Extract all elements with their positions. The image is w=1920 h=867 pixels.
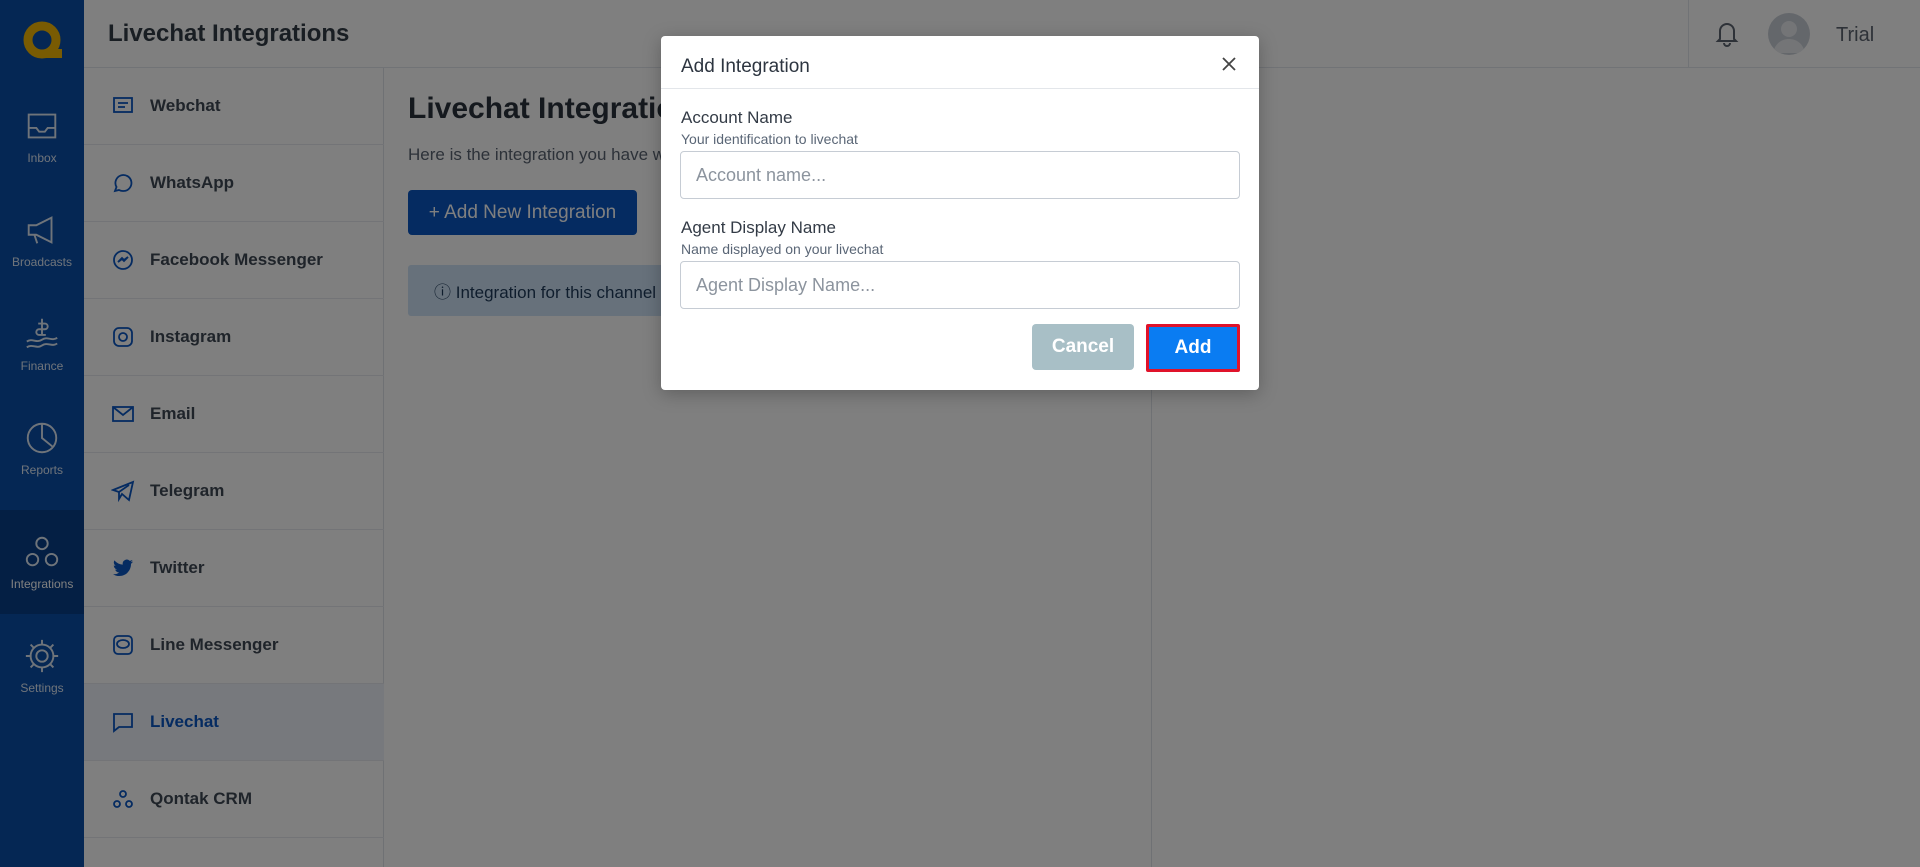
agent-display-name-help: Name displayed on your livechat	[681, 241, 884, 257]
cancel-button[interactable]: Cancel	[1032, 324, 1134, 370]
account-name-input[interactable]	[680, 151, 1240, 199]
account-name-label: Account Name	[681, 108, 793, 127]
modal-header: Add Integration	[661, 36, 1259, 89]
close-icon[interactable]	[1219, 54, 1239, 74]
agent-display-name-input[interactable]	[680, 261, 1240, 309]
add-button[interactable]: Add	[1146, 324, 1240, 372]
add-integration-modal: Add Integration Account Name Your identi…	[661, 36, 1259, 390]
account-name-help: Your identification to livechat	[681, 131, 858, 147]
modal-title: Add Integration	[681, 56, 810, 77]
agent-display-name-label: Agent Display Name	[681, 218, 836, 237]
